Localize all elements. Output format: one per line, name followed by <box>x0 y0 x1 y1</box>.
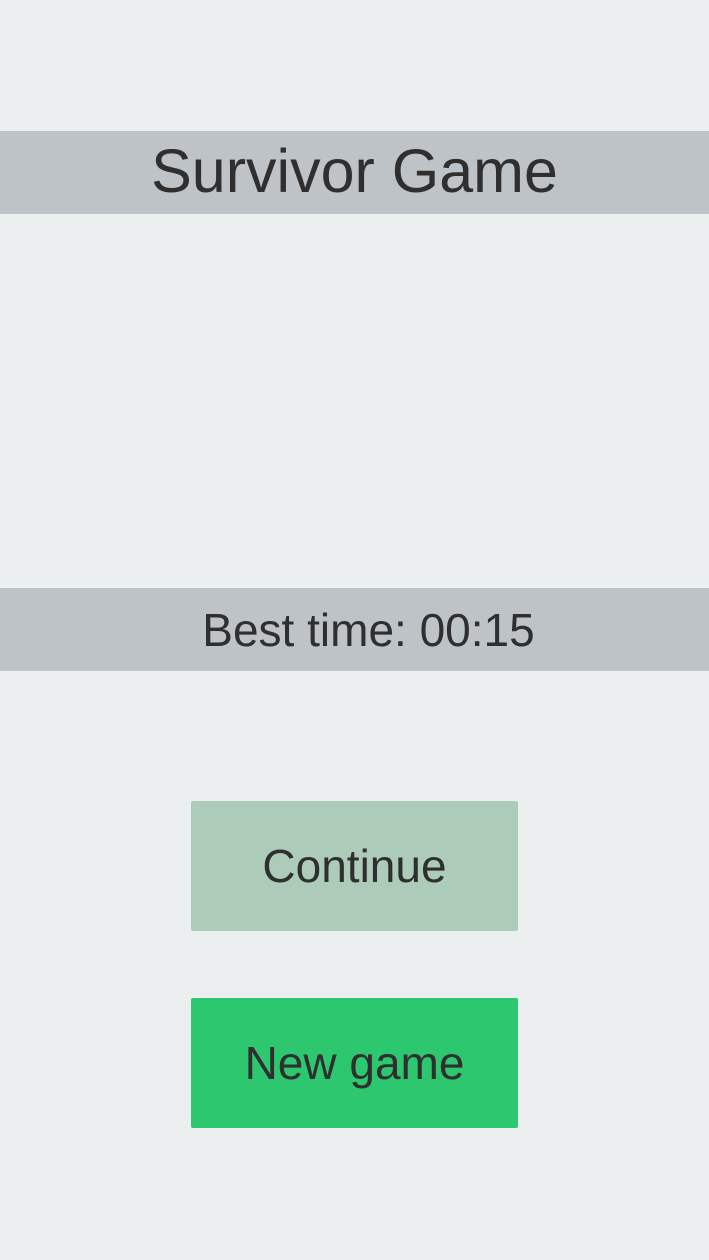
continue-button[interactable]: Continue <box>191 801 518 931</box>
continue-button-label: Continue <box>262 840 447 892</box>
new-game-button[interactable]: New game <box>191 998 518 1128</box>
title-banner: Survivor Game <box>0 131 709 214</box>
game-title: Survivor Game <box>151 137 558 205</box>
best-time-banner: Best time: 00:15 <box>0 588 709 671</box>
new-game-button-label: New game <box>244 1037 465 1089</box>
best-time-label: Best time: 00:15 <box>202 603 535 656</box>
